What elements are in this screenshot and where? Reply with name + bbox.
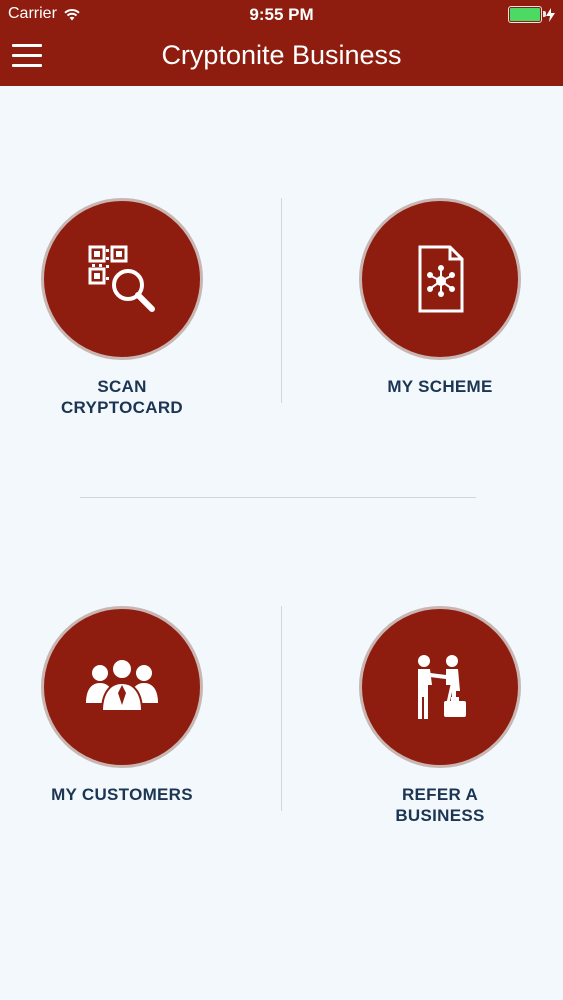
status-time: 9:55 PM [249, 5, 314, 24]
my-customers-button[interactable]: MY CUSTOMERS [2, 606, 242, 805]
page-title: Cryptonite Business [161, 40, 402, 70]
app-header: Carrier 9:55 PM Cryptonite Business [0, 0, 563, 86]
my-customers-circle [41, 606, 203, 768]
status-bar: Carrier 9:55 PM [0, 0, 563, 30]
my-scheme-circle [359, 198, 521, 360]
divider-vertical-bottom [281, 606, 282, 811]
refer-business-circle [359, 606, 521, 768]
handshake-icon [418, 655, 466, 719]
battery-indicator [508, 6, 555, 23]
refer-business-label: REFER A BUSINESS [395, 785, 485, 825]
refer-business-button[interactable]: REFER A BUSINESS [320, 606, 560, 826]
my-scheme-label: MY SCHEME [387, 377, 493, 396]
scan-cryptocard-label: SCAN CRYPTOCARD [60, 377, 183, 417]
battery-icon [508, 6, 546, 23]
scan-cryptocard-button[interactable]: SCAN CRYPTOCARD [2, 198, 242, 418]
my-customers-label: MY CUSTOMERS [51, 785, 193, 804]
qr-scan-icon [88, 245, 155, 312]
scan-cryptocard-circle [41, 198, 203, 360]
charging-bolt-icon [546, 7, 555, 22]
scheme-document-icon [418, 245, 464, 313]
divider-vertical-top [281, 198, 282, 403]
my-scheme-button[interactable]: MY SCHEME [320, 198, 560, 397]
divider-horizontal [80, 497, 476, 498]
customers-group-icon [86, 658, 158, 712]
